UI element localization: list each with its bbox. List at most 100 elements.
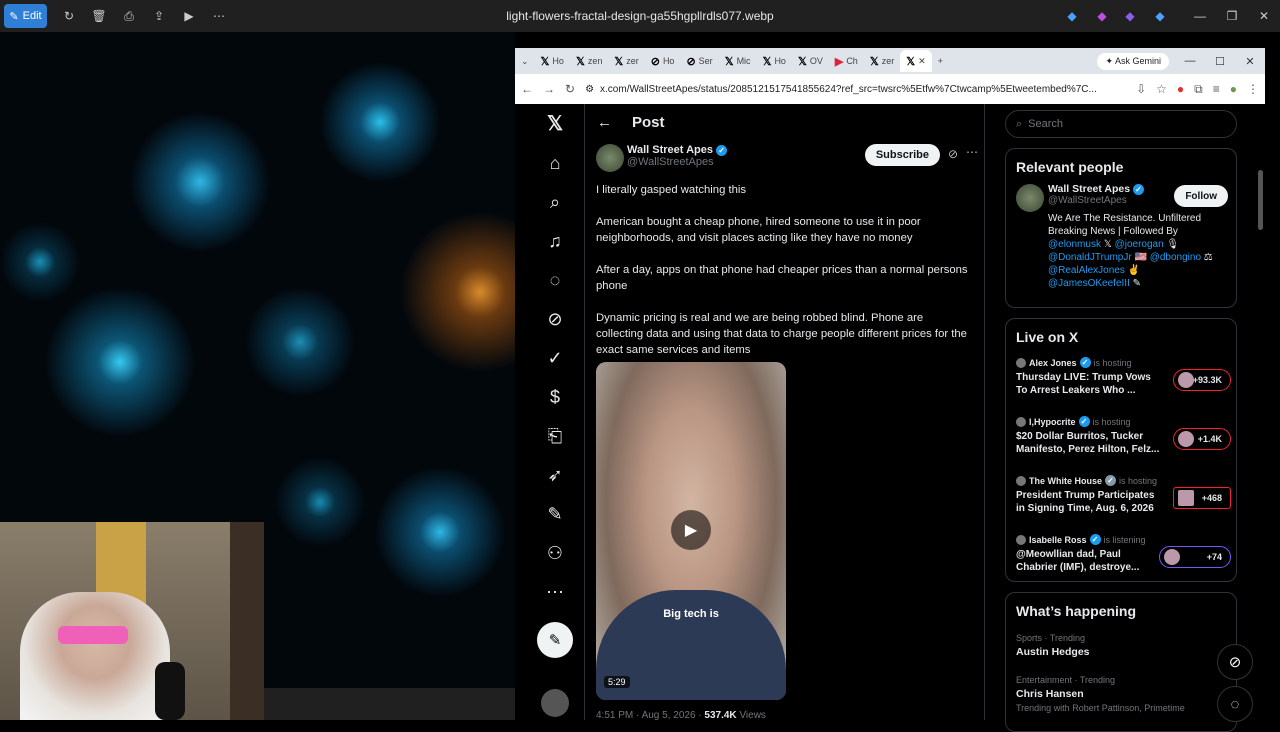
browser-minimize-icon[interactable]: — [1175,55,1205,67]
tab-label: zen [587,56,603,66]
tab-8[interactable]: 𝕏 OV [792,50,829,72]
mention-link[interactable]: @RealAlexJones [1048,265,1125,276]
live-item[interactable]: Isabelle Ross ✓ is listening @Meowllian da… [1016,534,1231,584]
relevant-name[interactable]: Wall Street Apes [1048,183,1130,195]
gov-badge-icon: ✓ [1105,475,1117,486]
tab-1[interactable]: 𝕏 Ho [535,50,570,72]
relevant-avatar[interactable] [1016,184,1044,212]
close-icon[interactable]: ✕ [1256,8,1272,24]
mention-link[interactable]: @DonaldJTrumpJr [1048,252,1132,263]
subscribe-button[interactable]: Subscribe [864,144,940,166]
tab-2[interactable]: 𝕏zen [570,50,608,72]
site-info-icon[interactable]: ⚙ [585,84,594,95]
mention-link[interactable]: @joerogan [1115,239,1164,250]
extensions-icon[interactable]: ⧉ [1194,82,1203,97]
premium-icon[interactable]: $ [540,382,570,412]
media-icon[interactable]: ≡ [1213,82,1220,96]
account-avatar[interactable] [541,689,569,717]
bookmark-star-icon[interactable]: ☆ [1156,82,1167,96]
live-item[interactable]: I,Hypocrite ✓ is hosting $20 Dollar Burrit… [1016,416,1231,466]
reload-icon[interactable]: ↻ [565,82,575,96]
follow-button[interactable]: Follow [1174,185,1228,207]
back-arrow-icon[interactable]: ← [597,114,612,131]
messages-fab-icon[interactable]: ◌ [1217,686,1253,722]
ask-gemini-button[interactable]: ✦ Ask Gemini [1097,52,1169,70]
author-avatar[interactable] [596,144,624,172]
edit-button[interactable]: ✎ Edit [4,4,47,28]
delete-icon[interactable]: 🗑 [91,8,107,24]
verified-icon[interactable]: ✓ [540,343,570,373]
minimize-icon[interactable]: — [1192,8,1208,24]
tab-label: OV [809,56,823,66]
mention-link[interactable]: @dbongino [1150,252,1201,263]
new-tab-button[interactable]: + [932,50,949,72]
app-icon-4[interactable]: ◆ [1152,8,1168,24]
grok-explain-icon[interactable]: ⊘ [948,147,958,161]
trend-name: Austin Hedges [1016,646,1090,658]
extension-badge-icon[interactable]: ● [1177,82,1184,96]
url-field[interactable]: ⚙ x.com/WallStreetApes/status/2085121517… [585,78,1126,100]
post-video[interactable]: ▶ Big tech is 5:29 [596,362,786,700]
profile-icon[interactable]: ● [1230,82,1237,96]
home-icon[interactable]: ⌂ [540,148,570,178]
slideshow-icon[interactable]: ▶ [181,8,197,24]
jobs-icon[interactable]: ➶ [540,460,570,490]
mention-link[interactable]: @JamesOKeefeIII [1048,278,1130,289]
whats-happening-card: What’s happening Sports · Trending Austi… [1005,592,1237,732]
post-timestamp[interactable]: 4:51 PM · Aug 5, 2026 · [596,710,702,720]
grok-fab-icon[interactable]: ⊘ [1217,644,1253,680]
print-icon[interactable]: ⎙ [121,8,137,24]
live-item[interactable]: Alex Jones ✓ is hosting Thursday LIVE: Tru… [1016,357,1231,407]
share-icon[interactable]: ⇪ [151,8,167,24]
scrollbar[interactable] [1258,170,1263,230]
tab-9[interactable]: ▶ Ch [829,50,864,72]
mention-link[interactable]: @elonmusk [1048,239,1101,250]
maximize-icon[interactable]: ❐ [1224,8,1240,24]
more-options-icon[interactable]: ⋯ [211,8,227,24]
lists-icon[interactable]: ✎ [540,499,570,529]
tab-4[interactable]: ⊘ Ho [645,50,681,72]
forward-icon[interactable]: → [543,82,555,96]
bookmarks-icon[interactable]: ⎗ [540,421,570,451]
messages-icon[interactable]: ◌ [540,265,570,295]
count-text: +468 [1201,493,1222,503]
app-icon-3[interactable]: ◆ [1122,8,1138,24]
post-more-icon[interactable]: ⋯ [966,145,978,159]
install-icon[interactable]: ⇩ [1136,82,1146,96]
play-icon[interactable]: ▶ [671,510,711,550]
tab-close-icon[interactable]: ✕ [918,56,926,67]
search-input[interactable]: ⌕ Search [1005,110,1237,138]
search-icon[interactable]: ⌕ [540,187,570,217]
tab-label: Ho [662,56,675,66]
browser-maximize-icon[interactable]: ☐ [1205,55,1235,68]
x-logo-icon[interactable]: 𝕏 [540,108,570,138]
notifications-icon[interactable]: ♫ [540,226,570,256]
trend-item[interactable]: Entertainment · Trending Chris Hansen Tr… [1016,675,1231,713]
x-icon: 𝕏 [724,55,734,68]
tab-7[interactable]: 𝕏 Ho [757,50,792,72]
back-icon[interactable]: ← [521,82,533,96]
post-text-2: American bought a cheap phone, hired som… [596,216,921,244]
app-icon-1[interactable]: ◆ [1064,8,1080,24]
relevant-people-card: Relevant people Wall Street Apes ✓ @Wall… [1005,148,1237,308]
rotate-icon[interactable]: ↻ [61,8,77,24]
profile-nav-icon[interactable]: ⚇ [540,538,570,568]
tab-5[interactable]: ⊘ Ser [680,50,718,72]
app-icon-2[interactable]: ◆ [1094,8,1110,24]
verified-badge-icon: ✓ [716,144,728,156]
tab-10[interactable]: 𝕏zer [864,50,900,72]
live-item[interactable]: The White House ✓ is hosting President Tru… [1016,475,1231,525]
trend-item[interactable]: Sports · Trending Austin Hedges [1016,633,1231,658]
tab-active[interactable]: 𝕏 ✕ [900,50,932,72]
tab-6[interactable]: 𝕏 Mic [719,50,757,72]
tab-list-button[interactable]: ⌄ [515,50,535,72]
browser-menu-icon[interactable]: ⋮ [1247,82,1259,96]
grok-icon[interactable]: ⊘ [540,304,570,334]
tab-3[interactable]: 𝕏zer [608,50,644,72]
verified-badge-icon: ✓ [1133,183,1144,195]
trend-category: Entertainment · Trending [1016,675,1116,685]
more-nav-icon[interactable]: ⋯ [540,577,570,607]
browser-close-icon[interactable]: ✕ [1235,55,1265,68]
address-bar: ← → ↻ ⚙ x.com/WallStreetApes/status/2085… [515,74,1265,104]
compose-post-button[interactable]: ✎ [537,622,573,658]
